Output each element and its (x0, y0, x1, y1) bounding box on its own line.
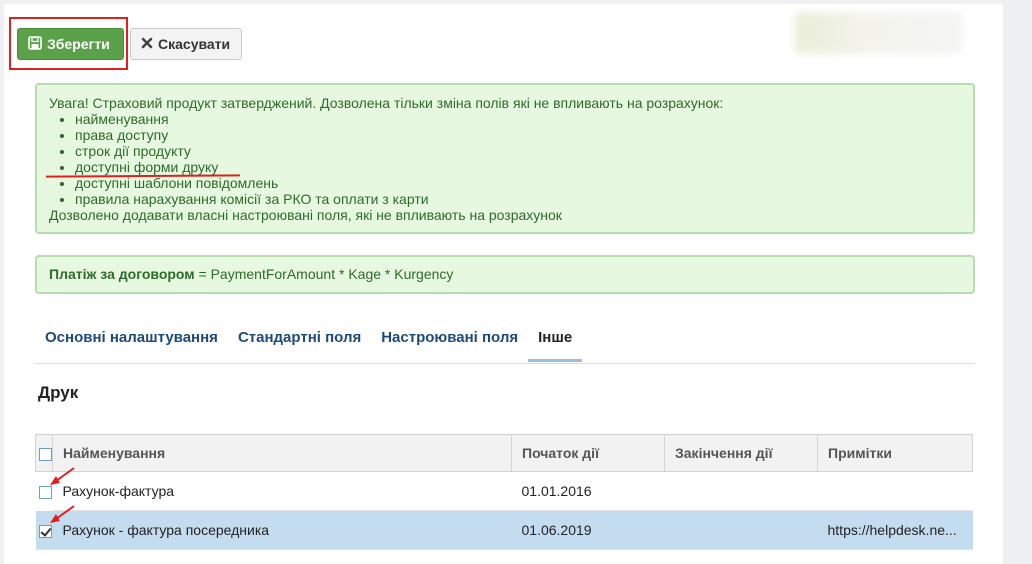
cancel-button-label: Скасувати (158, 36, 231, 52)
notice-footer: Дозволено додавати власні настроювані по… (49, 207, 562, 223)
tab-bar: Основні налаштування Стандартні поля Нас… (35, 318, 975, 364)
notice-intro: Увага! Страховий продукт затверджений. Д… (49, 95, 724, 111)
table-header-row: Найменування Початок дії Закінчення дії … (35, 434, 973, 472)
table-row[interactable]: Рахунок - фактура посередника 01.06.2019… (35, 510, 973, 550)
cell-notes: https://helpdesk.ne... (817, 510, 973, 550)
cancel-button[interactable]: Скасувати (130, 28, 242, 60)
notice-item: строк дії продукту (75, 143, 961, 159)
red-arrow-annotation (50, 505, 75, 523)
notice-item: найменування (75, 111, 961, 127)
tab-custom-fields[interactable]: Настроювані поля (371, 318, 528, 362)
payment-formula: Платіж за договором = PaymentForAmount *… (35, 255, 975, 294)
approval-notice: Увага! Страховий продукт затверджений. Д… (35, 83, 975, 234)
cell-end (664, 510, 818, 550)
cell-end (664, 471, 818, 511)
notice-list: найменування права доступу строк дії про… (49, 111, 961, 207)
print-forms-table: Найменування Початок дії Закінчення дії … (35, 434, 973, 550)
table-row[interactable]: Рахунок-фактура 01.01.2016 (36, 471, 973, 511)
close-icon (141, 36, 153, 52)
cell-start: 01.06.2019 (511, 510, 665, 550)
column-header-start[interactable]: Початок дії (511, 434, 665, 472)
formula-label: Платіж за договором (49, 266, 195, 282)
notice-item: права доступу (75, 127, 961, 143)
blurred-logo (795, 12, 963, 54)
notice-item: правила нарахування комісії за РКО та оп… (75, 191, 961, 207)
notice-item: доступні шаблони повідомлень (75, 175, 961, 191)
column-header-notes[interactable]: Примітки (817, 434, 973, 472)
cell-start: 01.01.2016 (511, 471, 665, 511)
red-arrow-annotation (50, 467, 75, 485)
cell-name: Рахунок - фактура посередника (52, 510, 512, 550)
tab-standard-fields[interactable]: Стандартні поля (228, 318, 371, 362)
formula-expression: = PaymentForAmount * Kage * Kurgency (194, 266, 454, 282)
cell-notes (817, 471, 973, 511)
cell-name: Рахунок-фактура (52, 471, 512, 511)
column-header-name[interactable]: Найменування (52, 434, 512, 472)
tab-main-settings[interactable]: Основні налаштування (35, 318, 228, 362)
column-header-end[interactable]: Закінчення дії (664, 434, 818, 472)
select-all-checkbox[interactable] (39, 447, 52, 461)
section-title: Друк (38, 383, 79, 402)
tab-other[interactable]: Інше (528, 318, 583, 362)
notice-item: доступні форми друку (75, 159, 961, 175)
red-annotation-box (9, 17, 128, 70)
